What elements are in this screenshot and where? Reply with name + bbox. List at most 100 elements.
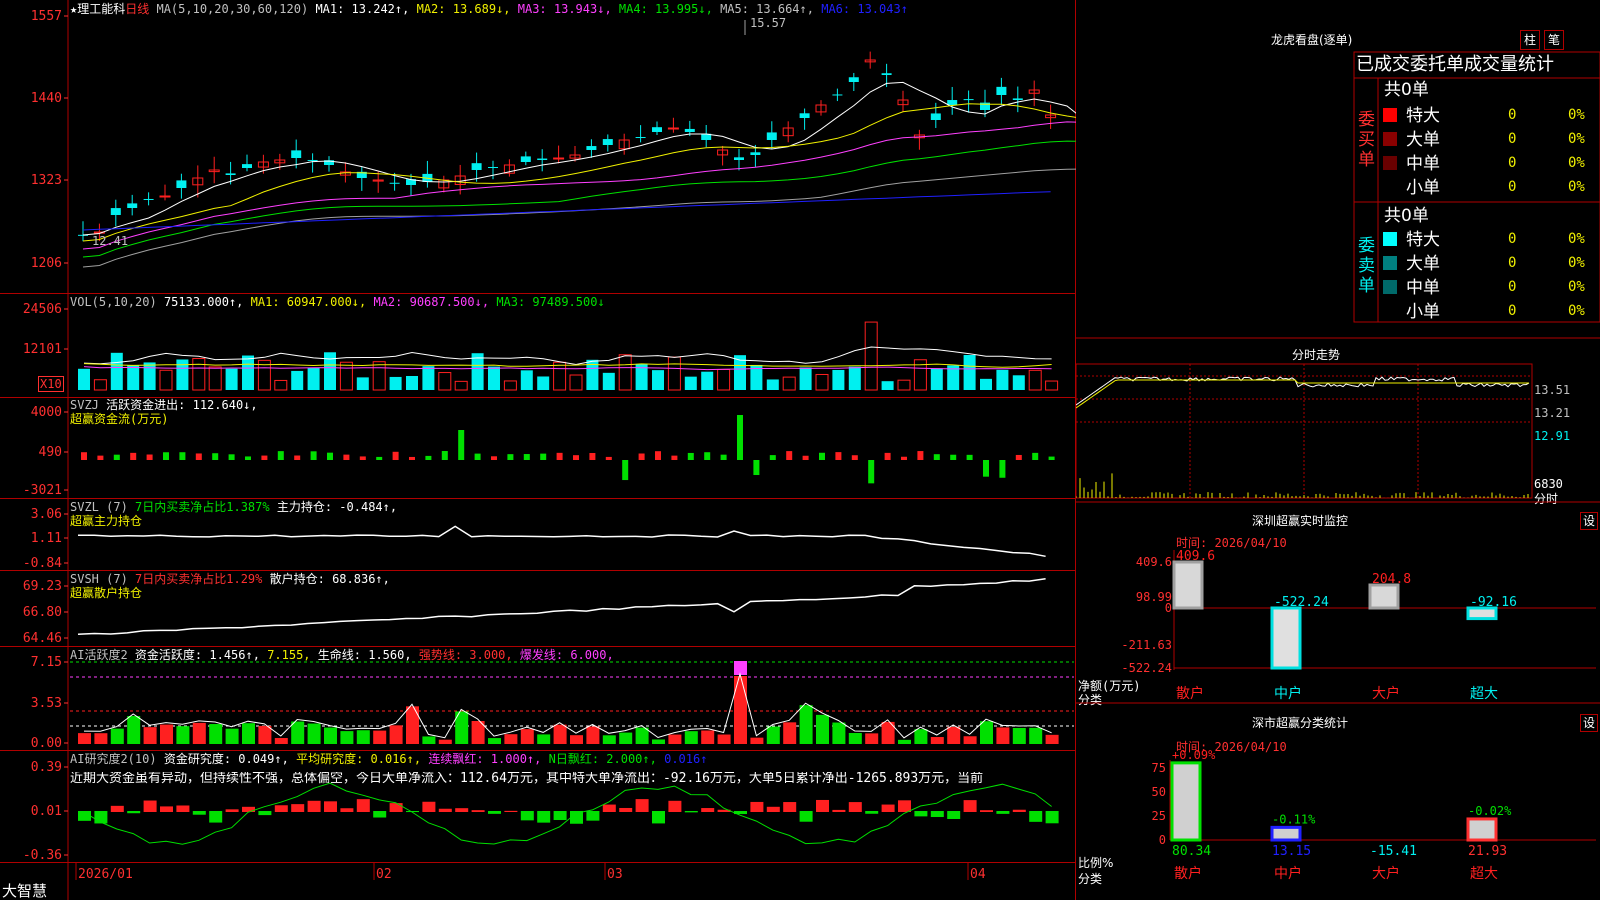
vol-bar <box>438 372 452 391</box>
ai-research-bar <box>373 811 387 818</box>
ma6-line <box>82 191 1051 231</box>
svzj-bar <box>130 452 137 460</box>
ai-research-bar <box>652 811 665 824</box>
candle-body <box>963 99 974 101</box>
vol-bar <box>1012 375 1025 390</box>
candle-body <box>389 182 400 184</box>
svzj-bar <box>901 456 907 460</box>
ai-activity-bar <box>684 731 698 744</box>
vol-bar <box>339 361 353 391</box>
ma-value-3: MA3: 13.943↓, <box>517 2 619 16</box>
ai-activity-bar <box>914 729 928 744</box>
x-axis-label: 03 <box>607 867 623 882</box>
svzj-bar <box>97 455 104 460</box>
svzj-bar <box>638 453 645 460</box>
ai-research-bar <box>340 808 354 812</box>
svzl-tick: -0.84 <box>23 556 62 571</box>
vol-bar <box>78 368 90 390</box>
ai-commentary: 近期大资金虽有异动，但持续性不强，总体偏空，今日大单净流入：112.64万元，其… <box>70 772 984 786</box>
vol-bar <box>980 378 992 390</box>
svsh-tick: 66.80 <box>23 605 62 620</box>
ai-research-bar <box>668 800 682 812</box>
vol-bar <box>766 379 779 390</box>
vol-bar <box>602 372 615 390</box>
candle-body <box>848 77 859 82</box>
svzj-bar <box>753 460 760 476</box>
right-panel: 龙虎看盘(逐单) 柱 笔 已成交委托单成交量统计 委买单 委卖单 共0单 共0单… <box>1076 0 1600 900</box>
ai-activity-bar <box>389 725 403 744</box>
class-top-label: +0.09% <box>1172 748 1216 762</box>
vol-bar <box>864 321 878 391</box>
vol-title: VOL(5,10,20) <box>70 295 157 309</box>
class-bottom-label: 13.15 <box>1272 844 1311 859</box>
svzj-bar <box>671 455 678 460</box>
svzj-bar <box>851 455 858 460</box>
ai-research-bar <box>684 811 698 813</box>
ai-research-bar <box>438 808 452 812</box>
ai-activity-bar <box>1029 727 1043 744</box>
ai-peak-marker <box>734 661 747 675</box>
ai-activity-bar <box>652 739 665 744</box>
monitor-bar <box>1270 606 1302 670</box>
vol-ma1-line <box>83 346 1052 366</box>
ai-activity-bar <box>258 725 272 744</box>
orders-box <box>1353 51 1600 323</box>
svzj-bar <box>802 455 809 460</box>
svzj-bar <box>474 453 481 460</box>
svzj-bar <box>933 454 940 460</box>
ma2-line <box>82 103 1076 242</box>
svzj-bar <box>523 454 530 460</box>
ai-research-bar <box>143 800 157 812</box>
ai-research-bar <box>192 811 206 815</box>
ai-research-bar <box>635 799 649 812</box>
candle-body <box>602 139 613 145</box>
low-price-label: 12.41 <box>92 234 129 248</box>
monitor-bar <box>1172 560 1204 610</box>
ai-activity-bar <box>94 733 108 744</box>
ai-active-v2: 7.155, <box>267 648 311 662</box>
period-label[interactable]: 日线 <box>125 2 149 16</box>
svsh-ratio: 7日内买卖净占比1.29% <box>135 572 263 586</box>
high-price-label: 15.57 <box>750 16 787 30</box>
ai-research-tick: -0.36 <box>23 848 62 863</box>
ma-value-1: MA1: 13.242↑, <box>315 2 417 16</box>
ai-activity-bar <box>980 721 993 744</box>
svzj-bar <box>819 452 825 460</box>
svsh-line <box>77 578 1046 636</box>
svzj-bar <box>884 452 891 460</box>
vol-bar <box>996 369 1009 390</box>
ai-activity-bar <box>143 727 157 744</box>
ai-research-bar <box>110 805 124 812</box>
ai-research-bar <box>766 806 780 812</box>
ai-research-bar <box>619 807 633 812</box>
ai-research-bar <box>930 811 944 818</box>
vol-bar <box>553 361 567 391</box>
ai-research-bar <box>947 811 961 819</box>
ai-activity-bar <box>176 726 190 744</box>
monitor-bar-label: 409.6 <box>1176 549 1215 564</box>
vol-bar <box>930 368 943 390</box>
ai-activity-bar <box>816 714 829 744</box>
svzj-bar <box>786 451 793 460</box>
svzj-bar <box>1048 456 1055 460</box>
ai-research-bar <box>324 801 337 812</box>
candle-body <box>127 203 138 208</box>
vol-ma3: MA3: 97489.500↓ <box>496 295 605 309</box>
stock-name[interactable]: ★理工能科 <box>70 2 125 16</box>
class-bottom-label: -15.41 <box>1370 844 1417 859</box>
ai-research-tick: 0.01 <box>31 804 62 819</box>
class-bar <box>1270 825 1302 842</box>
vol-bar <box>389 376 402 390</box>
ai-research-bar <box>865 811 879 814</box>
ai-activity-bar <box>78 733 91 744</box>
svzj-bar <box>327 452 333 460</box>
svzj-bar <box>163 452 169 460</box>
monitor-bar-3 <box>1368 583 1400 610</box>
svzj-subtitle: 超赢资金流(万元) <box>70 412 169 426</box>
candle-body <box>586 146 597 150</box>
svzj-bar <box>769 455 776 460</box>
svzj-bar <box>605 456 612 460</box>
svzj-header: SVZJ 活跃资金进出: 112.640↓, <box>70 398 258 412</box>
candle-body <box>996 86 1007 95</box>
ai-research-bar <box>980 810 993 812</box>
